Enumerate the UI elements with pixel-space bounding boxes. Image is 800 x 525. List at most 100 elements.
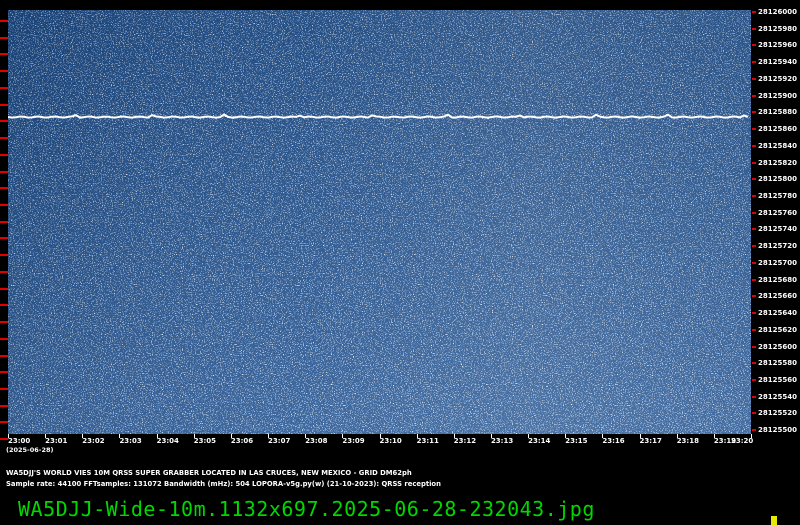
left-tick [0,371,8,374]
left-tick [0,387,8,390]
frequency-label: 28125860 [758,125,797,134]
frequency-tick [752,178,756,181]
receiver-info: Sample rate: 44100 FFTsamples: 131072 Ba… [6,480,441,488]
frequency-label: 28125580 [758,359,797,368]
time-label: 23:20 [731,437,754,445]
frequency-tick [752,312,756,315]
left-tick [0,237,8,240]
frequency-tick [752,11,756,13]
frequency-tick [752,161,756,164]
time-label: 23:15 [565,437,588,445]
time-label: 23:01 [45,437,68,445]
left-tick [0,153,8,156]
left-tick [0,220,8,223]
frequency-label: 28125500 [758,426,797,435]
time-axis: 23:00 23:01 23:02 23:03 23:04 23:05 23:06 23:07… [8,434,754,454]
frequency-label: 28126000 [758,8,797,16]
left-tick [0,170,8,173]
frequency-tick [752,245,756,248]
waterfall-plot [8,10,751,434]
time-label: 23:16 [602,437,625,445]
waterfall-svg [8,10,751,434]
frequency-tick [752,395,756,398]
time-label: 23:11 [416,437,439,445]
status-marker [771,516,777,525]
left-tick [0,254,8,257]
frequency-label: 28125820 [758,158,797,167]
left-tick [0,270,8,273]
frequency-label: 28125620 [758,325,797,334]
left-tick [0,337,8,340]
time-label: 23:14 [528,437,551,445]
frequency-tick [752,429,756,432]
left-tick [0,321,8,324]
left-tick [0,203,8,206]
time-label: 23:12 [453,437,477,445]
frequency-tick [752,128,756,131]
left-tick-marks [0,10,8,441]
left-tick [0,187,8,190]
time-label: 23:05 [193,437,217,445]
frequency-tick [752,61,756,64]
time-label: 23:10 [379,437,402,445]
frequency-label: 28125720 [758,242,797,251]
frequency-axis: 28126000 28125980 28125960 28125940 28125920… [752,8,800,435]
frequency-label: 28125980 [758,24,797,33]
time-label: 23:00 [8,437,31,445]
left-tick [0,287,8,290]
time-label: 23:08 [305,437,328,445]
left-tick [0,438,8,441]
left-tick [0,404,8,407]
frequency-tick [752,111,756,114]
left-tick [0,354,8,357]
date-label: (2025-06-28) [6,446,54,454]
left-tick [0,53,8,56]
frequency-tick [752,194,756,197]
station-title: WA5DJJ'S WORLD VIES 10M QRSS SUPER GRABB… [6,469,412,477]
frequency-label: 28125680 [758,275,797,284]
time-label: 23:03 [119,437,142,445]
frequency-tick [752,295,756,298]
frequency-label: 28125880 [758,108,797,117]
frequency-label: 28125800 [758,175,797,184]
frequency-tick [752,77,756,80]
frequency-label: 28125520 [758,409,797,418]
frequency-tick [752,211,756,214]
frequency-label: 28125940 [758,58,797,67]
frequency-tick [752,44,756,47]
time-label: 23:02 [82,437,105,445]
time-label: 23:18 [676,437,699,445]
frequency-tick [752,278,756,281]
frequency-label: 28125660 [758,292,797,301]
time-label: 23:09 [342,437,365,445]
frequency-label: 28125600 [758,342,797,351]
left-tick [0,304,8,307]
time-label: 23:04 [156,437,179,445]
frequency-label: 28125700 [758,258,797,267]
time-label: 23:07 [268,437,291,445]
frequency-tick [752,144,756,147]
frequency-tick [752,328,756,331]
left-tick [0,36,8,39]
frequency-label: 28125840 [758,141,797,150]
left-tick [0,103,8,106]
frequency-label: 28125740 [758,225,797,234]
left-tick [0,70,8,73]
frequency-label: 28125540 [758,392,797,401]
frequency-label: 28125920 [758,74,797,83]
frequency-tick [752,378,756,381]
frequency-label: 28125760 [758,208,797,217]
frequency-label: 28125900 [758,91,797,100]
frequency-tick [752,412,756,415]
frequency-tick [752,228,756,231]
frequency-label: 28125780 [758,191,797,200]
frequency-label: 28125640 [758,309,797,318]
left-tick [0,421,8,424]
image-filename: WA5DJJ-Wide-10m.1132x697.2025-06-28-2320… [18,497,595,521]
frequency-tick [752,345,756,348]
frequency-tick [752,362,756,365]
left-tick [0,120,8,123]
left-tick [0,20,8,22]
frequency-tick [752,27,756,30]
left-tick [0,137,8,140]
